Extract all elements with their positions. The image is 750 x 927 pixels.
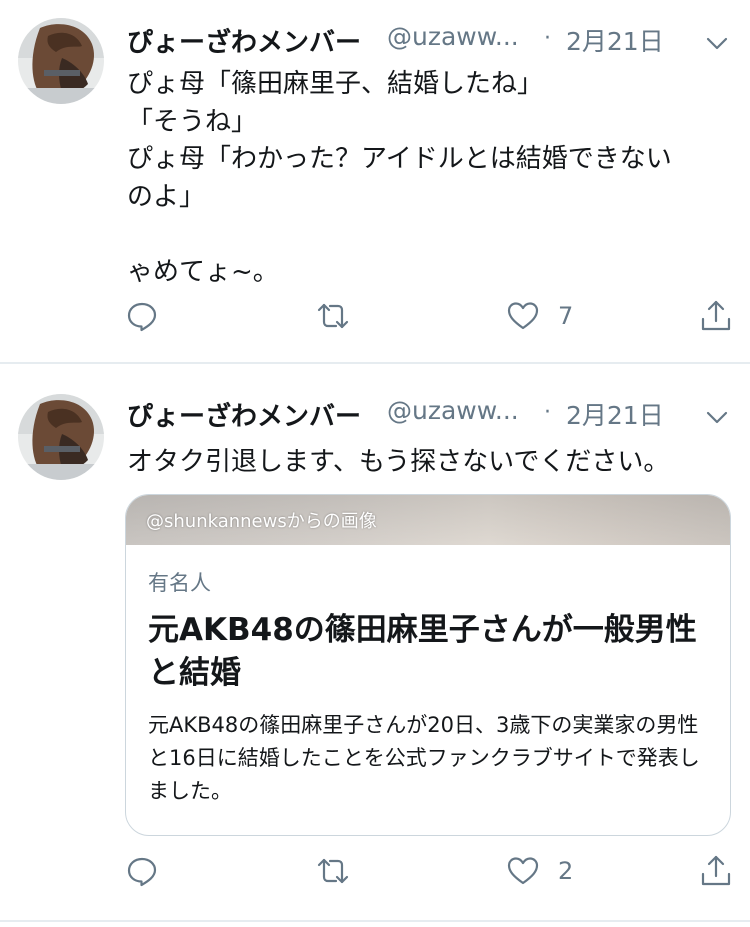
tweet-text-line: ゃめてょ~。: [127, 256, 279, 287]
tweet-date[interactable]: 2月21日: [566, 396, 664, 432]
tweet-actions: 7: [0, 298, 750, 338]
tweet-text-line: 「そうね」: [127, 106, 258, 137]
heart-icon[interactable]: [505, 298, 541, 334]
card-category: 有名人: [148, 571, 211, 595]
author-handle[interactable]: @uzaww...: [387, 22, 519, 51]
avatar[interactable]: [18, 18, 104, 104]
tweet[interactable]: ぴょーざわメンバー @uzaww... · 2月21日 ぴょ母「篠田麻里子、結婚…: [0, 0, 750, 362]
retweet-icon[interactable]: [315, 298, 351, 334]
avatar[interactable]: [18, 394, 104, 480]
heart-icon[interactable]: [505, 853, 541, 889]
reply-icon[interactable]: [124, 853, 160, 889]
like-count: 2: [558, 857, 574, 885]
chevron-down-icon[interactable]: [704, 404, 730, 430]
link-card[interactable]: @shunkannewsからの画像 有名人 元AKB48の篠田麻里子さんが一般男…: [125, 494, 731, 836]
share-icon[interactable]: [698, 853, 734, 889]
card-title: 元AKB48の篠田麻里子さんが一般男性と結婚: [148, 612, 697, 691]
chevron-down-icon[interactable]: [704, 30, 730, 56]
author-name[interactable]: ぴょーざわメンバー: [127, 22, 361, 59]
like-count: 7: [558, 302, 574, 330]
tweet-text-line: ぴょ母「篠田麻里子、結婚したね」: [127, 69, 544, 99]
tweet-date[interactable]: 2月21日: [566, 22, 664, 58]
author-name[interactable]: ぴょーざわメンバー: [127, 396, 361, 433]
tweet-text-line: [127, 216, 727, 254]
share-icon[interactable]: [698, 298, 734, 334]
tweet-divider: [0, 920, 750, 922]
tweet-text: ぴょ母「篠田麻里子、結婚したね」 「そうね」 ぴょ母「わかった？アイドルとは結婚…: [127, 66, 727, 291]
tweet-actions: 2: [0, 853, 750, 893]
tweet-text-line: ぴょ母「わかった？アイドルとは結婚できない: [127, 144, 672, 174]
tweet[interactable]: ぴょーざわメンバー @uzaww... · 2月21日 オタク引退します、もう探…: [0, 364, 750, 927]
card-image-credit: @shunkannewsからの画像: [146, 511, 377, 532]
retweet-icon[interactable]: [315, 853, 351, 889]
author-handle[interactable]: @uzaww...: [387, 396, 519, 425]
separator-dot: ·: [544, 26, 551, 51]
tweet-text: オタク引退します、もう探さないでください。: [127, 447, 670, 477]
tweet-text-line: のよ」: [127, 181, 206, 212]
separator-dot: ·: [544, 400, 551, 425]
card-description: 元AKB48の篠田麻里子さんが20日、3歳下の実業家の男性と16日に結婚したこと…: [148, 713, 700, 803]
reply-icon[interactable]: [124, 298, 160, 334]
